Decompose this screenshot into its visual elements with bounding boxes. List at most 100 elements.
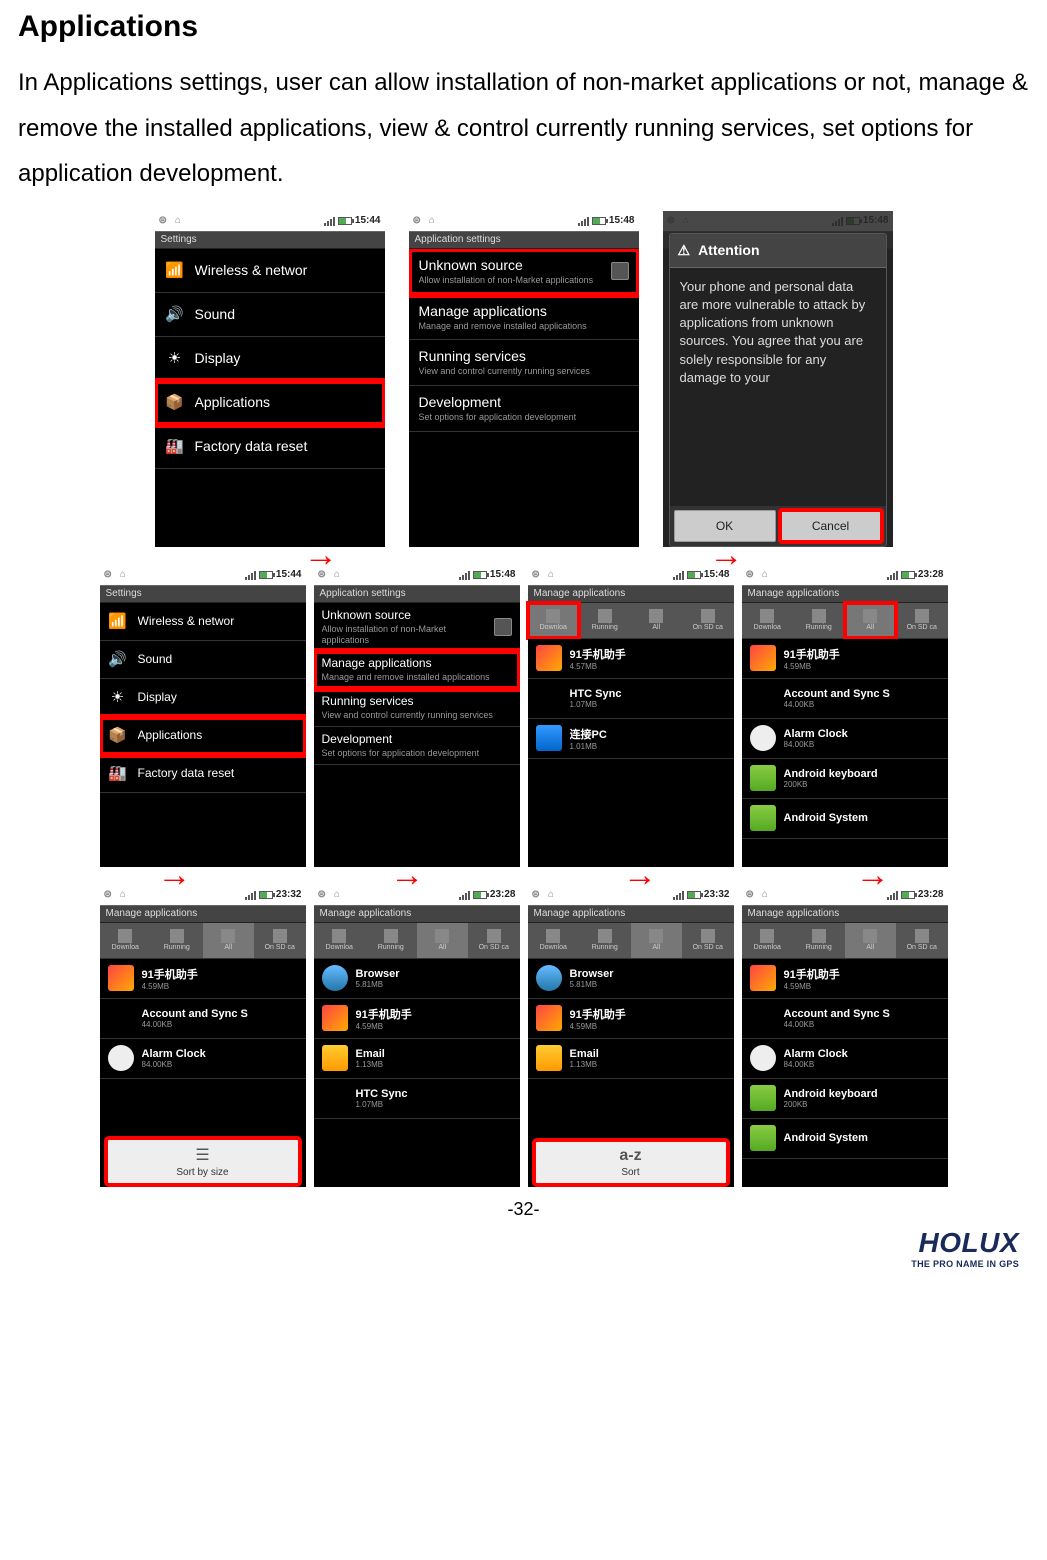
settings-item-wireless-networ[interactable]: 📶Wireless & networ	[155, 249, 385, 293]
tab-label: Downloa	[754, 944, 781, 951]
app-row[interactable]: 91手机助手4.59MB	[742, 959, 948, 999]
settings-item-applications[interactable]: 📦Applications	[100, 717, 306, 755]
tab-icon	[863, 929, 877, 943]
appsettings-item[interactable]: Manage applications Manage and remove ins…	[314, 651, 520, 689]
app-row[interactable]: Browser5.81MB	[528, 959, 734, 999]
tab-running[interactable]: Running	[579, 603, 631, 638]
tab-on sd ca[interactable]: On SD ca	[896, 923, 948, 958]
tab-downloa[interactable]: Downloa	[314, 923, 366, 958]
tab-downloa[interactable]: Downloa	[100, 923, 152, 958]
app-row[interactable]: Browser5.81MB	[314, 959, 520, 999]
settings-item-sound[interactable]: 🔊Sound	[100, 641, 306, 679]
app-row[interactable]: Android keyboard200KB	[742, 759, 948, 799]
tab-all[interactable]: All	[631, 603, 683, 638]
settings-item-display[interactable]: ☀Display	[155, 337, 385, 381]
app-row[interactable]: Account and Sync S44.00KB	[742, 679, 948, 719]
tab-label: On SD ca	[265, 944, 295, 951]
settings-item-factory-data-reset[interactable]: 🏭Factory data reset	[100, 755, 306, 793]
tab-on sd ca[interactable]: On SD ca	[682, 603, 734, 638]
app-row[interactable]: 连接PC1.01MB	[528, 719, 734, 759]
settings-item-display[interactable]: ☀Display	[100, 679, 306, 717]
app-row[interactable]: Account and Sync S44.00KB	[742, 999, 948, 1039]
app-row[interactable]: 91手机助手4.59MB	[100, 959, 306, 999]
appsettings-item[interactable]: Running servicesView and control current…	[409, 340, 639, 386]
appsettings-item[interactable]: Manage applicationsManage and remove ins…	[409, 295, 639, 341]
app-row[interactable]: HTC Sync1.07MB	[314, 1079, 520, 1119]
tab-downloa[interactable]: Downloa	[528, 923, 580, 958]
app-row[interactable]: Account and Sync S44.00KB	[100, 999, 306, 1039]
tab-all[interactable]: All	[417, 923, 469, 958]
status-time: 15:44	[355, 215, 381, 226]
item-title: Manage applications	[322, 656, 512, 670]
settings-item-factory-data-reset[interactable]: 🏭Factory data reset	[155, 425, 385, 469]
app-size: 44.00KB	[784, 700, 940, 709]
phone-settings-small: ⊜⌂15:44 Settings 📶Wireless & networ🔊Soun…	[100, 565, 306, 867]
tab-downloa[interactable]: Downloa	[742, 603, 794, 638]
app-row[interactable]: Android keyboard200KB	[742, 1079, 948, 1119]
tab-all[interactable]: All	[845, 923, 897, 958]
tab-all[interactable]: All	[845, 603, 897, 638]
app-icon	[322, 1045, 348, 1071]
tab-running[interactable]: Running	[793, 603, 845, 638]
tab-running[interactable]: Running	[579, 923, 631, 958]
app-row[interactable]: Alarm Clock84.00KB	[100, 1039, 306, 1079]
phone-manage-download: ⊜⌂15:48 Manage applications DownloaRunni…	[528, 565, 734, 867]
appsettings-item[interactable]: DevelopmentSet options for application d…	[314, 727, 520, 765]
checkbox[interactable]	[611, 262, 629, 280]
window-title: Application settings	[409, 231, 639, 249]
settings-item-icon: 🔊	[108, 649, 128, 669]
sort-az-popup[interactable]: a-z Sort	[534, 1140, 728, 1185]
tab-downloa[interactable]: Downloa	[528, 603, 580, 638]
app-row[interactable]: 91手机助手4.59MB	[742, 639, 948, 679]
phone-manage-all: ⊜⌂23:28 Manage applications DownloaRunni…	[742, 565, 948, 867]
app-row[interactable]: 91手机助手4.59MB	[314, 999, 520, 1039]
app-row[interactable]: Android System	[742, 799, 948, 839]
app-size: 44.00KB	[784, 1020, 940, 1029]
appsettings-item[interactable]: Running servicesView and control current…	[314, 689, 520, 727]
item-subtitle: Manage and remove installed applications	[322, 672, 512, 683]
tab-icon	[332, 929, 346, 943]
phone-attention-dialog: ⊜⌂ 15:48 Application settings ⚠Attention…	[663, 211, 893, 547]
app-row[interactable]: 91手机助手4.57MB	[528, 639, 734, 679]
settings-item-label: Factory data reset	[195, 438, 375, 454]
appsettings-item[interactable]: Unknown sourceAllow installation of non-…	[409, 249, 639, 295]
tab-icon	[649, 609, 663, 623]
tab-icon	[118, 929, 132, 943]
tab-on sd ca[interactable]: On SD ca	[682, 923, 734, 958]
tab-icon	[760, 609, 774, 623]
settings-item-applications[interactable]: 📦 Applications	[155, 381, 385, 425]
tab-running[interactable]: Running	[151, 923, 203, 958]
tab-all[interactable]: All	[631, 923, 683, 958]
checkbox[interactable]	[494, 618, 512, 636]
settings-item-sound[interactable]: 🔊Sound	[155, 293, 385, 337]
tab-downloa[interactable]: Downloa	[742, 923, 794, 958]
settings-item-label: Applications	[195, 394, 375, 410]
tab-on sd ca[interactable]: On SD ca	[468, 923, 520, 958]
item-subtitle: Allow installation of non-Market applica…	[322, 624, 484, 646]
cancel-button[interactable]: Cancel	[780, 510, 882, 542]
tab-on sd ca[interactable]: On SD ca	[254, 923, 306, 958]
appsettings-item[interactable]: Unknown sourceAllow installation of non-…	[314, 603, 520, 652]
app-row[interactable]: Android System	[742, 1119, 948, 1159]
appsettings-item[interactable]: DevelopmentSet options for application d…	[409, 386, 639, 432]
app-row[interactable]: Alarm Clock84.00KB	[742, 719, 948, 759]
tab-running[interactable]: Running	[365, 923, 417, 958]
tab-label: All	[224, 944, 232, 951]
settings-item-icon: 📦	[165, 392, 185, 412]
app-row[interactable]: Alarm Clock84.00KB	[742, 1039, 948, 1079]
warning-icon: ⚠	[678, 242, 691, 259]
app-row[interactable]: Email1.13MB	[528, 1039, 734, 1079]
tab-all[interactable]: All	[203, 923, 255, 958]
settings-item-icon: 🏭	[108, 763, 128, 783]
screenshot-row-1: ⊜⌂ 15:44 Settings 📶Wireless & networ🔊Sou…	[18, 211, 1029, 547]
app-row[interactable]: HTC Sync1.07MB	[528, 679, 734, 719]
app-row[interactable]: 91手机助手4.59MB	[528, 999, 734, 1039]
settings-item-wireless-networ[interactable]: 📶Wireless & networ	[100, 603, 306, 641]
tab-label: Running	[806, 624, 832, 631]
tab-on sd ca[interactable]: On SD ca	[896, 603, 948, 638]
tab-running[interactable]: Running	[793, 923, 845, 958]
sort-size-popup[interactable]: ☰ Sort by size	[106, 1138, 300, 1185]
tab-icon	[915, 609, 929, 623]
app-row[interactable]: Email1.13MB	[314, 1039, 520, 1079]
page-number: -32-	[18, 1199, 1029, 1220]
